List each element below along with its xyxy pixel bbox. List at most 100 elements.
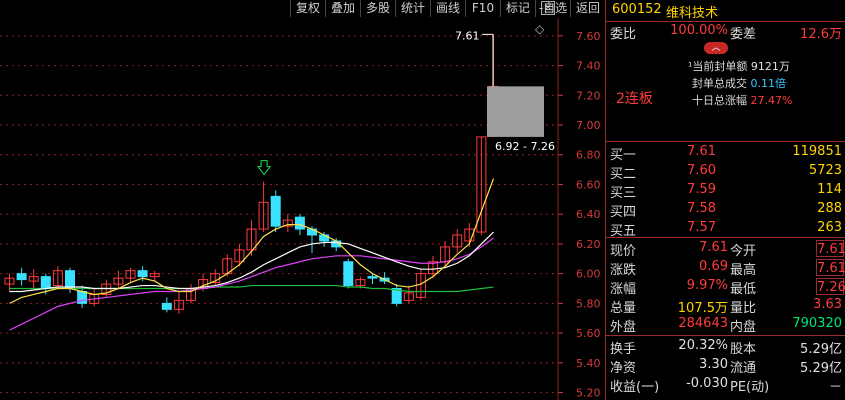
axis-tick-label: 7.20 [576, 89, 601, 102]
ten-day-label: 十日总涨幅 [692, 94, 747, 107]
candle-body [343, 261, 354, 287]
buy-level-row[interactable]: 买二 7.60 5723 [606, 163, 845, 182]
buy-level-label: 买二 [610, 167, 637, 182]
candle-body [16, 273, 27, 281]
quote-stat-row: 涨幅 9.97% 最低 7.26 [606, 278, 845, 297]
weicha-label: 委差 [730, 27, 757, 42]
quote-stat-row: 涨跌 0.69 最高 7.61 [606, 259, 845, 278]
stat-label: 净资 [610, 361, 637, 376]
buy-level-price: 7.59 [687, 182, 716, 197]
quote-stat-row: 外盘 284643 内盘 790320 [606, 316, 845, 335]
stat-value: 107.5万 [677, 301, 728, 316]
stat-label: 流通 [730, 361, 757, 376]
stat-value: 3.30 [699, 357, 728, 372]
candle-body [367, 276, 378, 279]
buy-level-volume: 114 [817, 182, 842, 197]
axis-tick-label: 6.00 [576, 268, 601, 281]
stock-header: 600152 维科技术 [606, 2, 845, 21]
stat-value: 284643 [678, 316, 728, 331]
stat-value: 7.61 [816, 259, 845, 276]
down-arrow-icon [257, 160, 272, 176]
buy-level-row[interactable]: 买一 7.61 119851 [606, 144, 845, 163]
axis-tick-label: 7.00 [576, 119, 601, 132]
quote-stat-row: 收益(一) -0.030 PE(动) － [606, 376, 845, 395]
stat-label: 最高 [730, 263, 757, 278]
buy-level-volume: 119851 [792, 144, 842, 159]
limit-up-arrow-icon: ︿ [704, 42, 728, 54]
range-label: 6.92 - 7.26 [495, 140, 555, 153]
seal-amount-value: 9121万 [750, 60, 790, 73]
stat-label: 涨幅 [610, 282, 637, 297]
seal-ratio-label: 封单总成交 [692, 77, 747, 90]
diamond-icon: ◇ [535, 22, 545, 36]
stat-label: 换手 [610, 342, 637, 357]
axis-tick-label: 7.60 [576, 30, 601, 43]
quote-stat-row: 净资 3.30 流通 5.29亿 [606, 357, 845, 376]
weibi-row: 委比 100.00% 委差 12.6万 [606, 23, 845, 42]
stat-value: 5.29亿 [800, 342, 842, 357]
candle-body [137, 270, 148, 278]
stat-value: 7.26 [816, 278, 845, 295]
stat-label: 外盘 [610, 320, 637, 335]
stat-label: 股本 [730, 342, 757, 357]
buy-level-price: 7.57 [687, 220, 716, 235]
stat-value: 0.69 [699, 259, 728, 274]
buy-level-volume: 5723 [808, 163, 842, 178]
seal-amount: ¹当前封单额 9121万 [688, 60, 790, 73]
weibi-value: 100.00% [670, 23, 728, 38]
axis-tick-label: 5.60 [576, 327, 601, 340]
quote-stat-row: 总量 107.5万 量比 3.63 [606, 297, 845, 316]
candle-body [161, 302, 172, 310]
range-block [487, 86, 544, 137]
stat-value: 790320 [792, 316, 842, 331]
buy-level-volume: 263 [817, 220, 842, 235]
buy-level-row[interactable]: 买四 7.58 288 [606, 201, 845, 220]
buy-level-price: 7.61 [687, 144, 716, 159]
stat-value: -0.030 [686, 376, 728, 391]
axis-tick-label: 6.40 [576, 208, 601, 221]
candle-body [65, 270, 75, 290]
weibi-label: 委比 [610, 27, 637, 42]
stat-value: 9.97% [686, 278, 728, 293]
stock-code: 600152 [612, 2, 662, 17]
buy-level-label: 买三 [610, 186, 637, 201]
stat-label: 收益(一) [610, 380, 660, 395]
seal-amount-label: 当前封单额 [692, 60, 748, 73]
stock-name: 维科技术 [666, 6, 719, 21]
stat-value: 7.61 [699, 240, 728, 255]
axis-tick-label: 6.80 [576, 149, 601, 162]
axis-tick-label: 7.40 [576, 60, 601, 73]
candlestick-chart[interactable]: 7.60 7.40 7.20 7.00 6.80 6.60 6.40 6.20 6.00 5.80… [0, 0, 605, 400]
stat-value: 20.32% [678, 338, 728, 353]
stat-label: 量比 [730, 301, 757, 316]
buy-level-row[interactable]: 买三 7.59 114 [606, 182, 845, 201]
buy-level-price: 7.58 [687, 201, 716, 216]
axis-tick-label: 5.80 [576, 297, 601, 310]
candle-body [294, 216, 305, 230]
buy-level-label: 买一 [610, 148, 637, 163]
quote-stat-row: 现价 7.61 今开 7.61 [606, 240, 845, 259]
axis-tick-label: 5.20 [576, 387, 601, 400]
axis-tick-label: 6.60 [576, 178, 601, 191]
buy-level-label: 买四 [610, 205, 637, 220]
stat-value: 5.29亿 [800, 361, 842, 376]
stat-value: 7.61 [816, 240, 845, 257]
stat-label: 现价 [610, 244, 637, 259]
axis-tick-label: 5.40 [576, 357, 601, 370]
axis-tick-label: 6.20 [576, 238, 601, 251]
stat-value: － [828, 380, 842, 395]
quote-stat-row: 换手 20.32% 股本 5.29亿 [606, 338, 845, 357]
buy-level-volume: 288 [817, 201, 842, 216]
candle-body [270, 195, 281, 227]
ten-day-value: 27.47% [750, 94, 793, 107]
buy-level-price: 7.60 [687, 163, 716, 178]
stat-label: 涨跌 [610, 263, 637, 278]
stat-label: 最低 [730, 282, 757, 297]
ten-day-gain: 十日总涨幅 27.47% [692, 92, 792, 108]
stat-label: 今开 [730, 244, 757, 259]
stat-label: 内盘 [730, 320, 757, 335]
seal-ratio: 封单总成交 0.11倍 [692, 75, 786, 91]
quote-panel: 600152 维科技术 委比 100.00% 委差 12.6万 ︿ ¹当前封单额… [605, 0, 845, 400]
high-price-label: 7.61 [455, 29, 480, 42]
stat-label: 总量 [610, 301, 637, 316]
